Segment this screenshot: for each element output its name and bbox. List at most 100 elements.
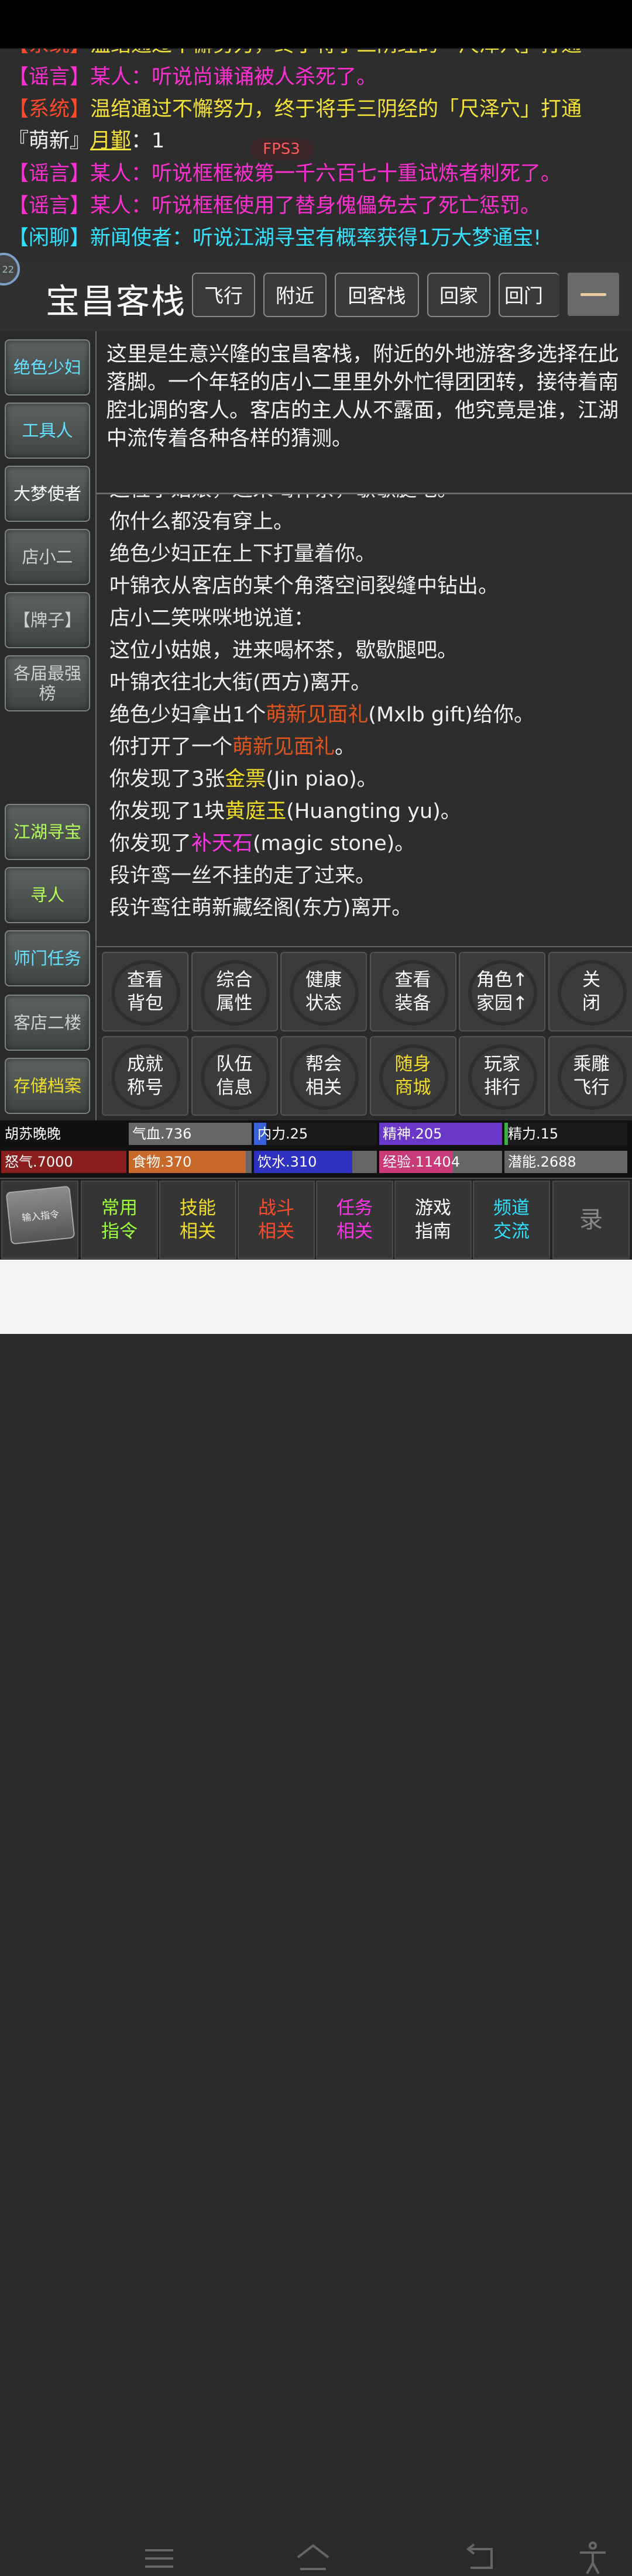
stats-panel: 胡苏晚晚气血.736内力.25精神.205精力.15怒气.7000食物.370饮… (0, 1120, 632, 1178)
log-line: 这位小姑娘，进来喝杯茶，歇歇腿吧。 (109, 494, 458, 505)
action-button[interactable]: 乘雕飞行 (548, 1036, 632, 1116)
status-bar (0, 0, 632, 49)
log-line: 段许鸾往萌新藏经阁(东方)离开。 (109, 893, 412, 923)
log-text: 你什么都没有穿上。 (109, 510, 294, 534)
npc-button[interactable]: 各届最强榜 (5, 655, 90, 711)
action-button-label: 角色↑家园↑ (476, 968, 528, 1015)
log-text: 店小二笑咪咪地说道： (109, 607, 314, 630)
action-label-line1: 随身 (395, 1054, 431, 1075)
chat-feed[interactable]: 【系统】温绾通过不懈努力，终于将手三阴经的「尺泽穴」打通【谣言】某人：听说尚谦诵… (0, 49, 632, 260)
log-item-link[interactable]: 补天石 (191, 832, 253, 855)
npc-button[interactable]: 工具人 (5, 403, 90, 459)
log-item-link[interactable]: 萌新见面礼 (232, 735, 335, 759)
chat-username-link[interactable]: 月鄞 (90, 129, 131, 153)
action-button[interactable]: 随身商城 (370, 1036, 456, 1116)
log-line: 绝色少妇正在上下打量着你。 (109, 539, 376, 569)
log-line: 这位小姑娘，进来喝杯茶，歇歇腿吧。 (109, 635, 458, 666)
menu-label-line1: 频道 (493, 1198, 530, 1219)
npc-button-label: 【牌子】 (13, 610, 81, 630)
avatar-badge: 22 (2, 264, 14, 275)
chat-channel-tag: 『萌新』 (8, 129, 90, 153)
action-button[interactable]: 健康状态 (280, 952, 367, 1031)
chat-line: 【闲聊】新闻使者：听说江湖寻宝有概率获得1万大梦通宝! (8, 224, 541, 252)
npc-button-label: 绝色少妇 (13, 357, 81, 377)
log-line: 你发现了3张金票(Jin piao)。 (109, 764, 377, 795)
action-button[interactable]: 玩家排行 (459, 1036, 545, 1116)
action-button-label: 玩家排行 (484, 1053, 520, 1099)
action-button[interactable]: 关闭 (548, 952, 632, 1031)
action-button[interactable]: 队伍信息 (191, 1036, 278, 1116)
location-button-3[interactable]: 回家 (427, 273, 490, 317)
stat-bar: 精神.205 (379, 1123, 502, 1145)
npc-button[interactable]: 绝色少妇 (5, 339, 90, 395)
chat-channel-tag: 【系统】 (8, 49, 90, 57)
stat-label: 经验.11404 (383, 1154, 460, 1170)
chat-line: 【系统】温绾通过不懈努力，终于将手三阴经的「尺泽穴」打通 (8, 95, 582, 123)
action-label-line2: 称号 (127, 1077, 163, 1098)
location-button-0[interactable]: 飞行 (192, 273, 255, 317)
menu-button[interactable]: 游戏指南 (394, 1181, 472, 1259)
location-button-4[interactable]: 回门派 (499, 273, 559, 317)
location-title: 宝昌客栈 (46, 274, 186, 323)
location-button-1[interactable]: 附近 (263, 273, 327, 317)
back-icon[interactable] (463, 2541, 499, 2576)
menu-button-label: 游戏指南 (415, 1196, 451, 1243)
menu-label-line2: 相关 (258, 1221, 294, 1242)
log-text: 叶锦衣从客店的某个角落空间裂缝中钻出。 (109, 575, 499, 598)
command-input-button[interactable]: 输入指令 (6, 1185, 75, 1244)
action-button[interactable]: 查看装备 (370, 952, 456, 1031)
fps-badge: FPS3 (250, 138, 313, 160)
action-label-line1: 帮会 (305, 1054, 342, 1075)
log-text: 你发现了1块 (109, 800, 225, 823)
npc-button[interactable]: 【牌子】 (5, 592, 90, 648)
menu-button[interactable]: 任务相关 (316, 1181, 393, 1259)
action-label-line2: 家园↑ (476, 993, 528, 1014)
stat-bar: 怒气.7000 (1, 1151, 126, 1173)
stat-label: 精力.15 (508, 1126, 558, 1142)
action-button[interactable]: 查看背包 (102, 952, 188, 1031)
log-line: 店小二笑咪咪地说道： (109, 603, 314, 634)
location-button-2[interactable]: 回客栈 (335, 273, 419, 317)
log-item-link[interactable]: 金票 (225, 768, 266, 791)
menu-label-line1: 常用 (101, 1198, 138, 1219)
menu-button[interactable]: 频道交流 (473, 1181, 550, 1259)
menu-label-line2: 交流 (493, 1221, 530, 1242)
menu-button[interactable]: 战斗相关 (238, 1181, 315, 1259)
npc-button-label: 江湖寻宝 (13, 822, 81, 842)
stat-label: 精神.205 (383, 1126, 442, 1142)
record-button[interactable]: 录 (552, 1181, 630, 1259)
collapse-button[interactable] (568, 273, 619, 316)
log-line: 段许鸾一丝不挂的走了过来。 (109, 861, 376, 891)
accessibility-icon[interactable] (575, 2541, 610, 2576)
action-label-line2: 闭 (582, 993, 600, 1014)
log-line: 你发现了补天石(magic stone)。 (109, 828, 415, 859)
action-button[interactable]: 成就称号 (102, 1036, 188, 1116)
menu-label-line1: 任务 (336, 1198, 373, 1219)
npc-button[interactable]: 寻人 (5, 867, 90, 923)
log-text: (Jin piao)。 (266, 768, 377, 791)
stat-bar: 潜能.2688 (504, 1151, 627, 1173)
log-text: 段许鸾一丝不挂的走了过来。 (109, 864, 376, 888)
npc-button[interactable]: 师门任务 (5, 930, 90, 986)
menu-label-line1: 游戏 (415, 1198, 451, 1219)
log-line: 叶锦衣往北大街(西方)离开。 (109, 668, 371, 698)
npc-button[interactable]: 大梦使者 (5, 466, 90, 522)
npc-button-label: 工具人 (22, 421, 73, 441)
npc-button[interactable]: 存储档案 (5, 1058, 90, 1114)
home-icon[interactable] (296, 2541, 331, 2576)
menu-icon[interactable] (142, 2541, 177, 2576)
npc-button[interactable]: 客店二楼 (5, 995, 90, 1051)
log-item-link[interactable]: 萌新见面礼 (266, 703, 368, 727)
action-button[interactable]: 综合属性 (191, 952, 278, 1031)
npc-button[interactable]: 江湖寻宝 (5, 804, 90, 860)
action-button[interactable]: 帮会相关 (280, 1036, 367, 1116)
log-item-link[interactable]: 黄庭玉 (225, 800, 286, 823)
menu-button[interactable]: 技能相关 (159, 1181, 236, 1259)
menu-button[interactable]: 常用指令 (81, 1181, 158, 1259)
action-button-label: 关闭 (582, 968, 600, 1015)
npc-button[interactable]: 店小二 (5, 529, 90, 585)
message-log[interactable]: 这位小姑娘，进来喝杯茶，歇歇腿吧。你什么都没有穿上。绝色少妇正在上下打量着你。叶… (97, 494, 632, 945)
action-button-label: 随身商城 (395, 1053, 431, 1099)
action-button[interactable]: 角色↑家园↑ (459, 952, 545, 1031)
bottom-menu: 常用指令技能相关战斗相关任务相关游戏指南频道交流录 (0, 1178, 632, 1261)
